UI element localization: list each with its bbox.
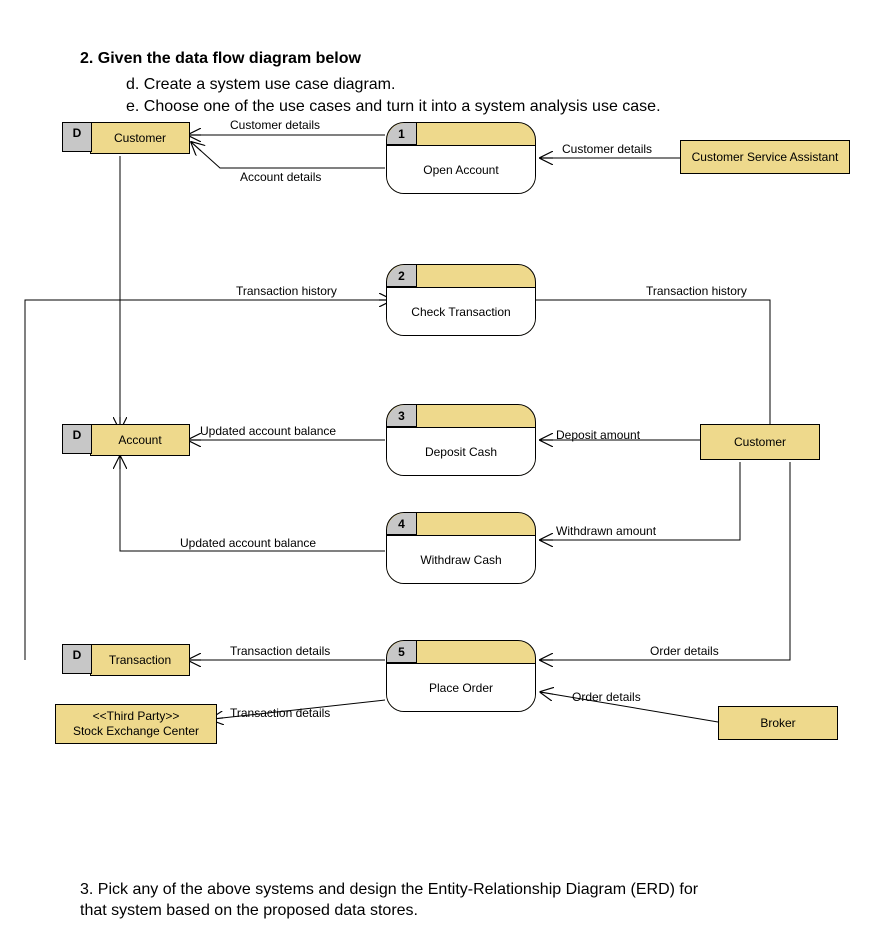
- flow-customer-details-left: Customer details: [230, 118, 320, 132]
- q3-line-b: that system based on the proposed data s…: [80, 902, 418, 919]
- process-number: 2: [387, 265, 417, 287]
- process-check-transaction: 2 Check Transaction: [386, 264, 536, 336]
- q3-line-a: 3. Pick any of the above systems and des…: [80, 881, 698, 898]
- process-place-order: 5 Place Order: [386, 640, 536, 712]
- flow-updated-balance-1: Updated account balance: [200, 424, 336, 438]
- q2-heading: 2. Given the data flow diagram below: [80, 50, 361, 68]
- datastore-tag: D: [62, 644, 92, 674]
- process-withdraw-cash: 4 Withdraw Cash: [386, 512, 536, 584]
- datastore-account: D Account: [90, 424, 190, 456]
- flow-updated-balance-2: Updated account balance: [180, 536, 316, 550]
- q2-item-e: e. Choose one of the use cases and turn …: [126, 98, 661, 116]
- datastore-label: Customer: [114, 131, 166, 145]
- entity-label: Customer Service Assistant: [692, 150, 839, 164]
- process-body: Open Account: [387, 145, 535, 193]
- entity-stock-exchange-center: <<Third Party>> Stock Exchange Center: [55, 704, 217, 744]
- flow-txn-details-store: Transaction details: [230, 644, 330, 658]
- entity-broker: Broker: [718, 706, 838, 740]
- datastore-label: Account: [118, 433, 161, 447]
- entity-label: Customer: [734, 435, 786, 449]
- flow-deposit-amount: Deposit amount: [556, 428, 640, 442]
- process-number: 4: [387, 513, 417, 535]
- process-open-account: 1 Open Account: [386, 122, 536, 194]
- process-body: Withdraw Cash: [387, 535, 535, 583]
- entity-csa: Customer Service Assistant: [680, 140, 850, 174]
- flow-txn-history-right: Transaction history: [646, 284, 747, 298]
- flow-order-details-broker: Order details: [572, 690, 641, 704]
- flow-txn-history-left: Transaction history: [236, 284, 337, 298]
- datastore-transaction: D Transaction: [90, 644, 190, 676]
- process-body: Check Transaction: [387, 287, 535, 335]
- datastore-customer: D Customer: [90, 122, 190, 154]
- process-body: Place Order: [387, 663, 535, 711]
- process-number: 3: [387, 405, 417, 427]
- flow-order-details-cust: Order details: [650, 644, 719, 658]
- entity-customer: Customer: [700, 424, 820, 460]
- q3-text: 3. Pick any of the above systems and des…: [80, 880, 810, 922]
- process-number: 1: [387, 123, 417, 145]
- entity-label: Stock Exchange Center: [73, 724, 199, 739]
- flow-txn-details-sec: Transaction details: [230, 706, 330, 720]
- flow-customer-details-right: Customer details: [562, 142, 652, 156]
- page: 2. Given the data flow diagram below d. …: [0, 0, 878, 944]
- datastore-tag: D: [62, 122, 92, 152]
- datastore-tag: D: [62, 424, 92, 454]
- process-deposit-cash: 3 Deposit Cash: [386, 404, 536, 476]
- process-body: Deposit Cash: [387, 427, 535, 475]
- q2-item-d: d. Create a system use case diagram.: [126, 76, 395, 94]
- flow-withdrawn-amount: Withdrawn amount: [556, 524, 656, 538]
- process-number: 5: [387, 641, 417, 663]
- entity-stereotype: <<Third Party>>: [93, 709, 180, 724]
- datastore-label: Transaction: [109, 653, 171, 667]
- entity-label: Broker: [760, 716, 795, 730]
- flow-account-details: Account details: [240, 170, 321, 184]
